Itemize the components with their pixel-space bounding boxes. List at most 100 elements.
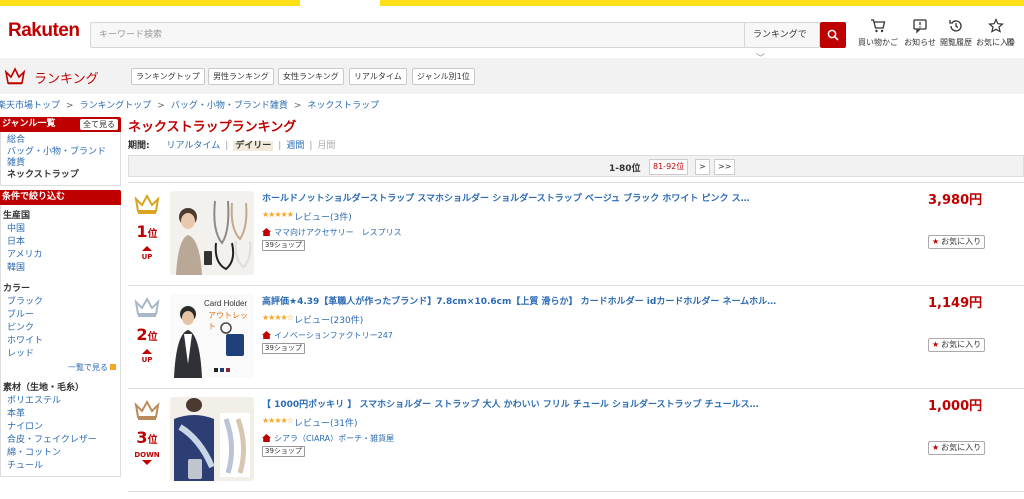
search-button[interactable] xyxy=(820,22,846,48)
favorite-button[interactable]: ★ お気に入り xyxy=(928,235,986,249)
filter-item[interactable]: ホワイト xyxy=(3,335,120,348)
shop-link[interactable]: ママ向けアクセサリー レスプリス xyxy=(262,227,402,238)
product-name-link[interactable]: ホールドノットショルダーストラップ スマホショルダー ショルダーストラップ ベー… xyxy=(262,191,750,204)
cart-link[interactable]: 買い物かご xyxy=(855,18,901,48)
arrow-square-icon xyxy=(110,364,116,370)
shop-name: シアラ（CIARA）ポーチ・雑貨屋 xyxy=(274,434,395,443)
search-scope-select[interactable]: ランキングで ﹀ xyxy=(744,23,821,64)
search-box: ランキングで ﹀ xyxy=(90,22,821,64)
tab-female-ranking[interactable]: 女性ランキング xyxy=(278,68,344,85)
shop-name: ママ向けアクセサリー レスプリス xyxy=(274,228,402,237)
filter-item[interactable]: ポリエステル xyxy=(3,395,120,408)
genre-item-current: ネックストラップ xyxy=(7,170,79,180)
notice-label: お知らせ xyxy=(904,38,936,47)
shop-link[interactable]: イノベーションファクトリー247 xyxy=(262,330,393,341)
next-page-button[interactable]: > xyxy=(695,159,710,175)
period-label: 期間: xyxy=(128,141,150,151)
breadcrumb-item[interactable]: ネックストラップ xyxy=(307,101,379,111)
cart-label: 買い物かご xyxy=(858,38,898,47)
trend-label: DOWN xyxy=(134,451,160,459)
overflow-icon-space xyxy=(1006,18,1024,37)
filter-item[interactable]: 韓国 xyxy=(3,262,120,275)
history-label: 閲覧履歴 xyxy=(940,38,972,47)
product-name-link[interactable]: 【 1000円ポッキリ 】 スマホショルダー ストラップ 大人 かわいい フリル… xyxy=(262,397,759,410)
filter-item[interactable]: 中国 xyxy=(3,223,120,236)
genre-all-button[interactable]: 全て見る xyxy=(80,119,118,130)
rank-number: 1位 xyxy=(128,222,166,241)
breadcrumb-item[interactable]: ランキングトップ xyxy=(80,101,152,111)
filter-item[interactable]: ブルー xyxy=(3,309,120,322)
product-image[interactable]: Card Holder アウトレット xyxy=(170,294,254,378)
strap-photo xyxy=(170,191,254,275)
next-range-link[interactable]: 81-92位 xyxy=(649,159,689,175)
site-header: Rakuten ランキングで ﹀ 買い物かご お知らせ 閲覧履歴 お気に入り 履 xyxy=(0,6,1024,64)
breadcrumb-item[interactable]: 楽天市場トップ xyxy=(0,101,60,111)
rating-stars: ★★★★☆ xyxy=(262,313,294,322)
filter-item[interactable]: アメリカ xyxy=(3,249,120,262)
product-image[interactable] xyxy=(170,397,254,481)
bronze-crown-icon xyxy=(134,399,160,420)
star-icon: ★ xyxy=(932,237,940,246)
overflow-label: 履 xyxy=(1006,38,1014,47)
overflow-link[interactable]: 履 xyxy=(1006,18,1024,48)
genre-header: ジャンル一覧 全て見る xyxy=(0,117,121,132)
shop-badge: 39ショップ xyxy=(262,240,305,251)
search-scope-label: ランキングで xyxy=(753,30,807,40)
genre-item[interactable]: 雑貨 xyxy=(7,158,120,169)
filter-item[interactable]: レッド xyxy=(3,348,120,361)
crown-icon xyxy=(4,67,26,85)
filter-title: 条件で絞り込む xyxy=(2,192,66,202)
genre-item[interactable]: バッグ・小物・ブランド xyxy=(7,147,120,158)
period-monthly[interactable]: 月間 xyxy=(317,141,335,151)
cart-icon xyxy=(871,19,886,33)
rank-suffix: 位 xyxy=(147,435,158,446)
rating-stars: ★★★★☆ xyxy=(262,416,294,425)
favorite-button[interactable]: ★ お気に入り xyxy=(928,441,986,455)
shop-link[interactable]: シアラ（CIARA）ポーチ・雑貨屋 xyxy=(262,433,394,444)
filter-item[interactable]: 日本 xyxy=(3,236,120,249)
price: 3,980円 xyxy=(928,193,983,208)
review-link[interactable]: レビュー(31件) xyxy=(294,416,357,429)
ranking-item: 1位 UP ホールドノットショルダーストラップ スマホショルダー ショルダースト… xyxy=(128,182,1024,285)
filter-item[interactable]: 本革 xyxy=(3,408,120,421)
tab-realtime[interactable]: リアルタイム xyxy=(349,68,407,85)
filter-item[interactable]: 合皮・フェイクレザー xyxy=(3,434,120,447)
thumb-caption: アウトレット xyxy=(208,311,248,331)
period-weekly[interactable]: 週間 xyxy=(286,141,304,151)
review-link[interactable]: レビュー(3件) xyxy=(294,210,352,223)
up-arrow-icon xyxy=(142,349,152,354)
tab-ranking-top[interactable]: ランキングトップ xyxy=(131,68,205,85)
shop-badge: 39ショップ xyxy=(262,446,305,457)
filter-item[interactable]: ピンク xyxy=(3,322,120,335)
filter-item[interactable]: ナイロン xyxy=(3,421,120,434)
history-icon xyxy=(949,20,962,32)
breadcrumb: 楽天市場トップ > ランキングトップ > バッグ・小物・ブランド雑貨 > ネックストラップ xyxy=(0,98,379,111)
page-title: ネックストラップランキング xyxy=(128,120,297,135)
filter-item[interactable]: ブラック xyxy=(3,296,120,309)
favorite-button[interactable]: ★ お気に入り xyxy=(928,338,986,352)
period-realtime[interactable]: リアルタイム xyxy=(166,141,220,151)
tab-male-ranking[interactable]: 男性ランキング xyxy=(208,68,274,85)
rank-cell: 3位 DOWN xyxy=(128,389,166,467)
rakuten-logo[interactable]: Rakuten xyxy=(8,20,80,42)
genre-list: 総合 バッグ・小物・ブランド 雑貨 ネックストラップ xyxy=(0,132,121,186)
product-name-link[interactable]: 高評価★4.39【革職人が作ったブランド】7.8cm×10.6cm【上質 滑らか… xyxy=(262,294,776,307)
filter-item[interactable]: 綿・コットン xyxy=(3,447,120,460)
review-link[interactable]: レビュー(230件) xyxy=(294,313,363,326)
filter-item[interactable]: チュール xyxy=(3,460,120,473)
ranking-item: 3位 DOWN 【 1000円ポッキリ 】 スマホショルダー ストラップ 大人 … xyxy=(128,388,1024,491)
filter-list: 生産国 中国 日本 アメリカ 韓国 カラー ブラック ブルー ピンク ホワイト … xyxy=(0,205,121,477)
last-page-button[interactable]: >> xyxy=(714,159,736,175)
tulle-strap-photo xyxy=(170,397,254,481)
tab-genre-first[interactable]: ジャンル別1位 xyxy=(412,68,475,85)
rank-value: 3 xyxy=(136,428,148,447)
breadcrumb-item[interactable]: バッグ・小物・ブランド雑貨 xyxy=(171,101,288,111)
color-more-link[interactable]: 一覧で見る xyxy=(3,361,120,374)
silver-crown-icon xyxy=(134,296,160,317)
ranking-title[interactable]: ランキング xyxy=(34,68,99,87)
star-icon xyxy=(988,18,1004,33)
genre-item[interactable]: 総合 xyxy=(7,134,120,147)
thumb-caption: Card Holder xyxy=(204,299,248,308)
search-input[interactable] xyxy=(91,23,743,47)
product-image[interactable] xyxy=(170,191,254,275)
